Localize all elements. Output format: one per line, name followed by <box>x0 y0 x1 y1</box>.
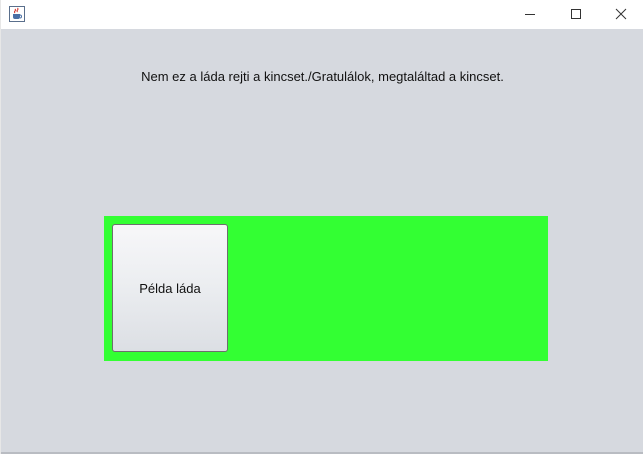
status-message: Nem ez a láda rejti a kincset./Gratulálo… <box>141 69 504 84</box>
chest-button[interactable]: Példa láda <box>112 224 228 352</box>
content-pane: Nem ez a láda rejti a kincset./Gratulálo… <box>1 29 643 452</box>
app-window: Nem ez a láda rejti a kincset./Gratulálo… <box>0 0 643 454</box>
close-icon <box>615 5 627 24</box>
maximize-icon <box>570 5 582 24</box>
minimize-icon <box>524 5 536 24</box>
chest-button-label: Példa láda <box>139 280 201 296</box>
maximize-button[interactable] <box>553 0 599 29</box>
chest-panel: Példa láda <box>104 216 548 361</box>
java-coffee-cup-icon[interactable] <box>9 6 25 22</box>
minimize-button[interactable] <box>507 0 553 29</box>
title-bar[interactable] <box>1 0 643 29</box>
close-button[interactable] <box>598 0 643 29</box>
